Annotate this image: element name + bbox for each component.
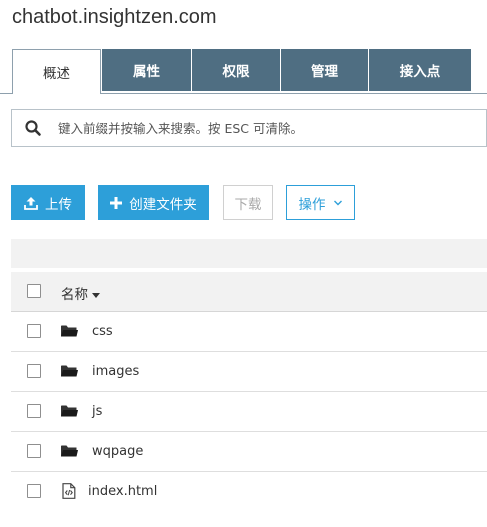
row-checkbox[interactable]: [27, 364, 41, 378]
row-checkbox[interactable]: [27, 324, 41, 338]
row-name[interactable]: wqpage: [92, 444, 143, 459]
folder-icon: [61, 365, 78, 377]
folder-icon: [61, 405, 78, 417]
row-name[interactable]: css: [92, 324, 113, 339]
plus-icon: [110, 196, 123, 209]
search-box[interactable]: [11, 109, 487, 147]
html-file-icon: [62, 483, 76, 499]
chevron-down-icon: [333, 200, 342, 205]
folder-icon: [61, 325, 78, 337]
sort-caret-icon: [92, 292, 100, 298]
row-name[interactable]: js: [92, 404, 102, 419]
row-name[interactable]: images: [92, 364, 139, 379]
actions-label: 操作: [298, 196, 326, 213]
column-name-label: 名称: [61, 287, 88, 303]
folder-icon: [61, 445, 78, 457]
create-folder-button[interactable]: 创建文件夹: [98, 185, 209, 220]
select-all-checkbox[interactable]: [27, 284, 41, 298]
tab-management[interactable]: 管理: [281, 49, 368, 91]
tab-permissions[interactable]: 权限: [192, 49, 280, 91]
table-row[interactable]: wqpage: [11, 432, 487, 472]
toolbar-spacer: [11, 239, 487, 268]
table-row[interactable]: index.html: [11, 472, 487, 512]
table-header: 名称: [11, 272, 487, 312]
table-row[interactable]: images: [11, 352, 487, 392]
download-button[interactable]: 下载: [223, 185, 273, 220]
tab-properties[interactable]: 属性: [102, 49, 191, 91]
search-icon: [25, 120, 41, 136]
row-checkbox[interactable]: [27, 404, 41, 418]
table-row[interactable]: css: [11, 312, 487, 352]
table-row[interactable]: js: [11, 392, 487, 432]
row-name[interactable]: index.html: [88, 484, 157, 499]
actions-dropdown[interactable]: 操作: [286, 185, 355, 220]
create-folder-label: 创建文件夹: [129, 196, 197, 213]
row-checkbox[interactable]: [27, 484, 41, 498]
page-title: chatbot.insightzen.com: [12, 6, 217, 28]
column-header-name[interactable]: 名称: [61, 283, 100, 303]
row-checkbox[interactable]: [27, 444, 41, 458]
upload-label: 上传: [45, 196, 72, 213]
tab-access-points[interactable]: 接入点: [369, 49, 471, 91]
upload-button[interactable]: 上传: [11, 185, 85, 220]
tab-overview[interactable]: 概述: [12, 49, 101, 94]
tab-bar: 概述 属性 权限 管理 接入点: [12, 49, 471, 94]
download-label: 下载: [234, 196, 262, 213]
search-input[interactable]: [56, 119, 486, 137]
upload-icon: [24, 196, 38, 210]
